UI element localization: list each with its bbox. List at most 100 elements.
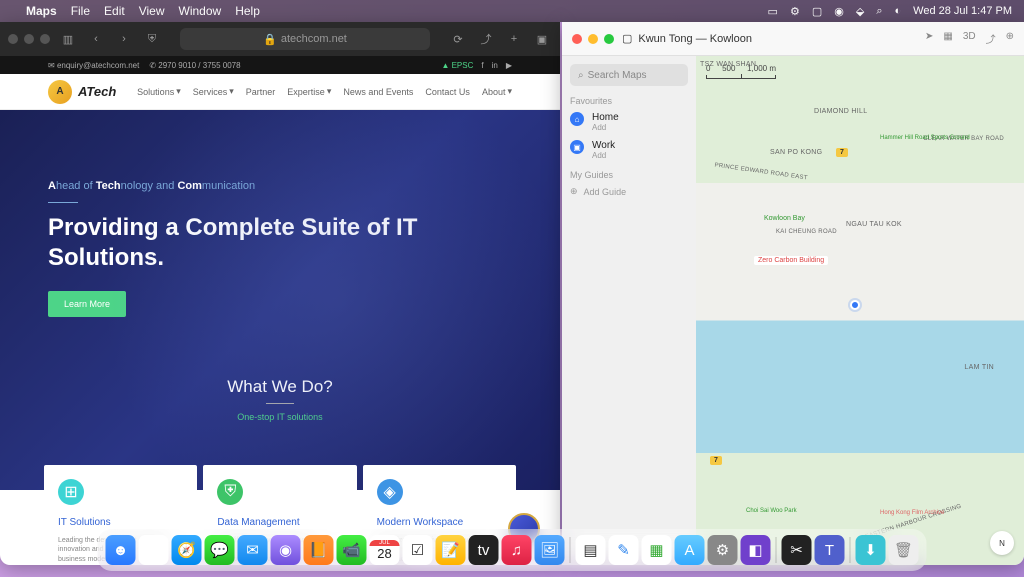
shield-icon[interactable]: ⛨: [142, 29, 162, 49]
control-center-icon[interactable]: ⚙: [790, 5, 800, 18]
menu-help[interactable]: Help: [235, 4, 260, 18]
dock-app[interactable]: ◧: [741, 535, 771, 565]
nav-solutions[interactable]: Solutions ▾: [137, 86, 181, 97]
map-mode-icon[interactable]: ▦: [943, 31, 952, 46]
shield-icon: ⛨: [217, 479, 243, 505]
share-icon[interactable]: ⤴: [476, 29, 496, 49]
minimize-button[interactable]: [24, 34, 34, 44]
back-button[interactable]: ‹: [86, 29, 106, 49]
dock-settings[interactable]: ⚙: [708, 535, 738, 565]
favorite-work[interactable]: ▣ WorkAdd: [570, 140, 688, 160]
dock-separator: [570, 537, 571, 563]
poi-hk-film[interactable]: Hong Kong Film Archive: [876, 509, 948, 517]
dock-calendar[interactable]: JUL28: [370, 535, 400, 565]
plus-icon: ⊕: [570, 186, 578, 197]
card-title: Data Management: [217, 517, 342, 528]
menubar-app-name[interactable]: Maps: [26, 4, 57, 18]
dock-trash[interactable]: 🗑: [889, 535, 919, 565]
url-bar[interactable]: 🔒 atechcom.net: [180, 28, 430, 50]
home-icon: ⌂: [570, 112, 584, 126]
dock-finder[interactable]: ☻: [106, 535, 136, 565]
dock-mail[interactable]: ✉: [238, 535, 268, 565]
epsc-link[interactable]: ▲ EPSC: [441, 61, 473, 70]
menu-view[interactable]: View: [139, 4, 165, 18]
nav-contact[interactable]: Contact Us: [425, 86, 470, 97]
wifi-icon[interactable]: ⬙: [856, 5, 864, 18]
dock-downloads[interactable]: ⬇: [856, 535, 886, 565]
dock-podcasts[interactable]: ◉: [271, 535, 301, 565]
search-input[interactable]: ⌕ Search Maps: [570, 64, 688, 86]
dock-appletv[interactable]: tv: [469, 535, 499, 565]
new-tab-icon[interactable]: +: [504, 29, 524, 49]
maximize-button[interactable]: [40, 34, 50, 44]
menubar-clock[interactable]: Wed 28 Jul 1:47 PM: [913, 5, 1012, 17]
minimize-button[interactable]: [588, 34, 598, 44]
search-icon[interactable]: ⌕: [876, 5, 882, 18]
poi-zero-carbon[interactable]: Zero Carbon Building: [754, 256, 828, 265]
dock-pages[interactable]: ✎: [609, 535, 639, 565]
user-icon[interactable]: ◉: [834, 5, 844, 18]
contact-email[interactable]: ✉ enquiry@atechcom.net: [48, 61, 139, 70]
sidebar-toggle-icon[interactable]: ▥: [58, 29, 78, 49]
dock-teams[interactable]: T: [815, 535, 845, 565]
dock-books[interactable]: 📙: [304, 535, 334, 565]
facebook-icon[interactable]: f: [481, 61, 483, 70]
divider: [266, 403, 294, 404]
favorite-home[interactable]: ⌂ HomeAdd: [570, 112, 688, 132]
traffic-lights: [8, 34, 50, 44]
dock-finalcut[interactable]: ✂: [782, 535, 812, 565]
poi-kowloon-bay[interactable]: Kowloon Bay: [760, 214, 809, 223]
nav-partner[interactable]: Partner: [246, 86, 276, 97]
grid-icon: ⊞: [58, 479, 84, 505]
maximize-button[interactable]: [604, 34, 614, 44]
dock-safari[interactable]: 🧭: [172, 535, 202, 565]
menu-window[interactable]: Window: [179, 4, 222, 18]
dock-facetime[interactable]: 📹: [337, 535, 367, 565]
youtube-icon[interactable]: ▶: [506, 61, 512, 70]
map-label: NGAU TAU KOK: [846, 221, 902, 228]
nav-about[interactable]: About ▾: [482, 86, 512, 97]
reload-icon[interactable]: ⟳: [448, 29, 468, 49]
location-icon[interactable]: ➤: [925, 31, 933, 46]
dock-reminders[interactable]: ☑: [403, 535, 433, 565]
tabs-icon[interactable]: ▣: [532, 29, 552, 49]
dock-preview[interactable]: 🖼: [535, 535, 565, 565]
learn-more-button[interactable]: Learn More: [48, 291, 126, 317]
dock-numbers[interactable]: ▦: [642, 535, 672, 565]
nav-news[interactable]: News and Events: [343, 86, 413, 97]
battery-icon[interactable]: ▭: [768, 5, 778, 18]
display-icon[interactable]: ▢: [812, 5, 822, 18]
poi-choi-sai[interactable]: Choi Sai Woo Park: [742, 507, 801, 515]
close-button[interactable]: [8, 34, 18, 44]
hero-title: Providing a Complete Suite of IT Solutio…: [48, 213, 512, 273]
route-shield: 7: [710, 456, 722, 465]
siri-icon[interactable]: ◐: [894, 5, 901, 17]
dock-music[interactable]: ♫: [502, 535, 532, 565]
map-canvas[interactable]: 05001,000 m TSZ WAN SHAN DIAMOND HILL SA…: [696, 56, 1024, 565]
site-logo[interactable]: A ATech: [48, 80, 116, 104]
poi-hammer-hill[interactable]: Hammer Hill Road Sports Ground: [876, 134, 974, 142]
nav-expertise[interactable]: Expertise ▾: [287, 86, 331, 97]
3d-toggle[interactable]: 3D: [963, 31, 976, 46]
user-location-dot: [850, 300, 860, 310]
add-guide-button[interactable]: ⊕ Add Guide: [570, 186, 688, 197]
more-icon[interactable]: ⊕: [1006, 31, 1014, 46]
compass-button[interactable]: N: [990, 531, 1014, 555]
dock-messages[interactable]: 💬: [205, 535, 235, 565]
nav-services[interactable]: Services ▾: [193, 86, 234, 97]
dock-appstore[interactable]: A: [675, 535, 705, 565]
dock-keynote[interactable]: ▤: [576, 535, 606, 565]
search-icon: ⌕: [578, 70, 584, 81]
share-icon[interactable]: ⤴: [986, 31, 996, 46]
bookmark-icon[interactable]: ▢: [622, 32, 632, 45]
linkedin-icon[interactable]: in: [492, 61, 498, 70]
forward-button[interactable]: ›: [114, 29, 134, 49]
safari-window: ▥ ‹ › ⛨ 🔒 atechcom.net ⟳ ⤴ + ▣ ✉ enquiry…: [0, 22, 560, 565]
contact-phone[interactable]: ✆ 2970 9010 / 3755 0078: [149, 61, 240, 70]
close-button[interactable]: [572, 34, 582, 44]
menu-file[interactable]: File: [71, 4, 90, 18]
lock-icon: 🔒: [263, 33, 277, 46]
dock-notes[interactable]: 📝: [436, 535, 466, 565]
dock-launchpad[interactable]: ⊞: [139, 535, 169, 565]
menu-edit[interactable]: Edit: [104, 4, 125, 18]
